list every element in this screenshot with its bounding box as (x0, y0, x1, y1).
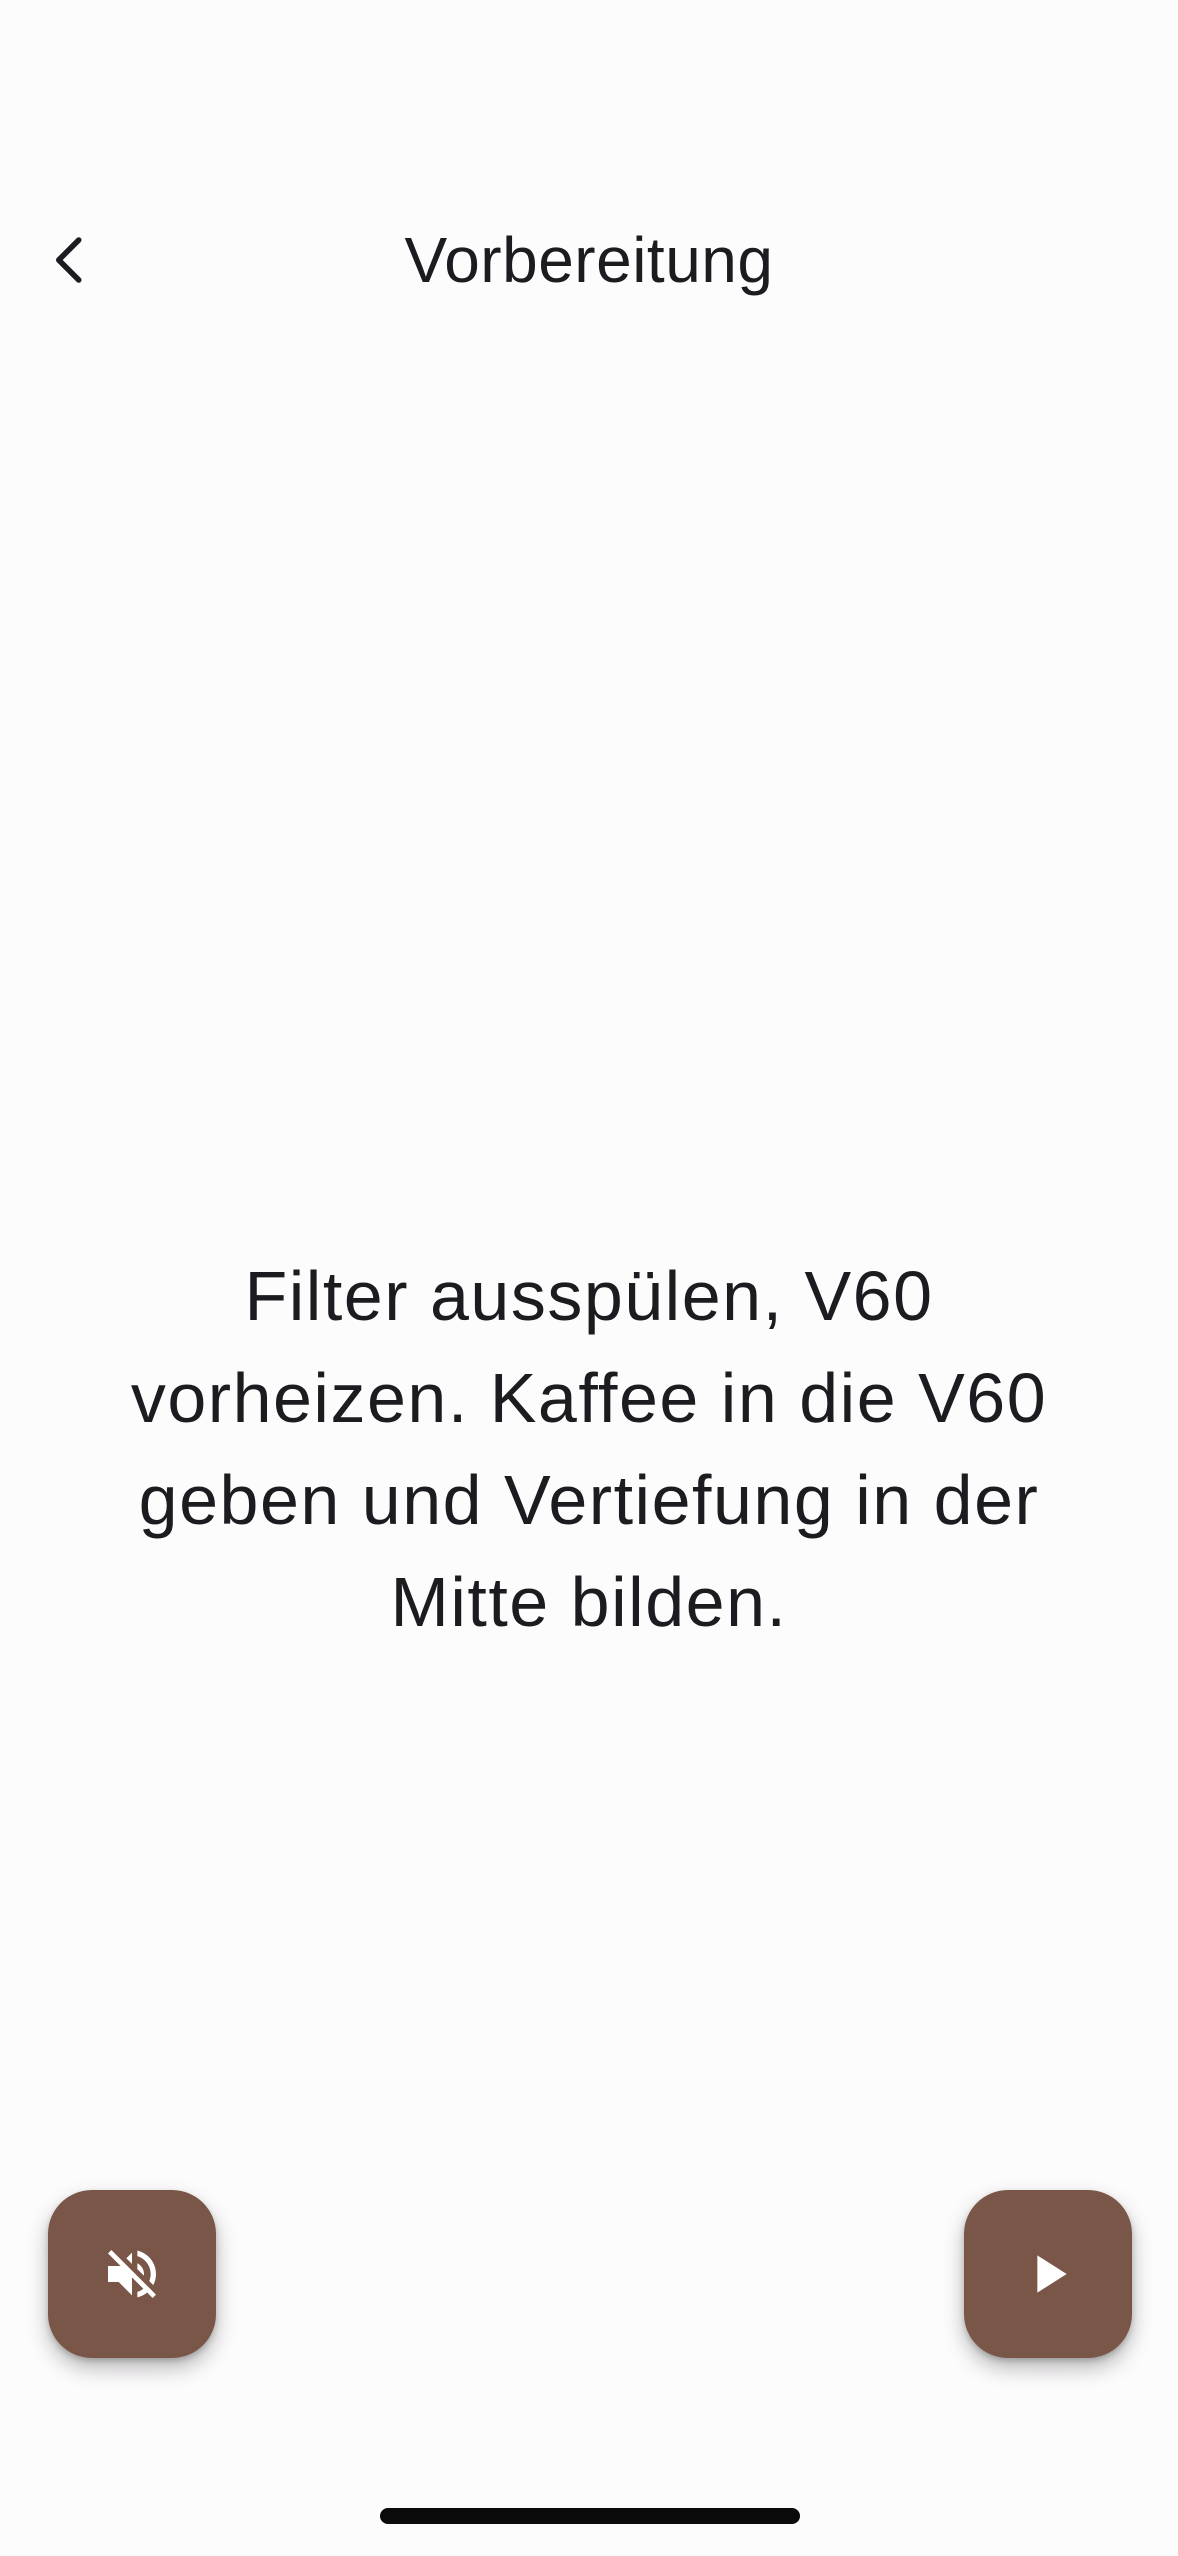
brew-step-screen: Vorbereitung Filter ausspülen, V60 vorhe… (0, 0, 1178, 2556)
step-instruction: Filter ausspülen, V60 vorheizen. Kaffee … (130, 1257, 1048, 1641)
page-title: Vorbereitung (404, 224, 774, 296)
home-indicator[interactable] (380, 2508, 800, 2524)
play-icon (1037, 2255, 1067, 2293)
play-button[interactable] (964, 2190, 1132, 2358)
app-bar: Vorbereitung (0, 190, 1178, 330)
volume-off-icon (108, 2250, 156, 2298)
mute-button[interactable] (48, 2190, 216, 2358)
